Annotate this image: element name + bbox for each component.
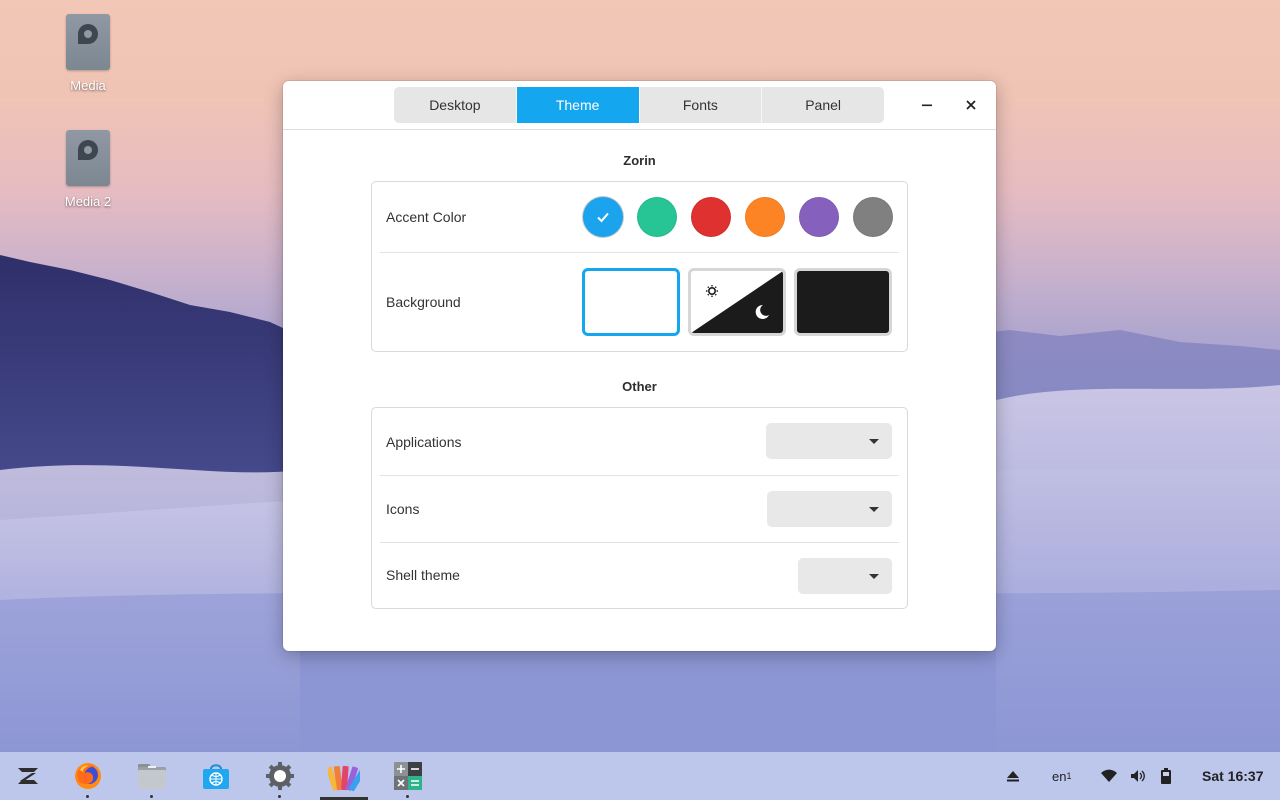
software-store-button[interactable] xyxy=(200,760,232,792)
battery-button[interactable] xyxy=(1160,752,1172,800)
chevron-down-icon xyxy=(869,506,879,512)
appearance-button[interactable] xyxy=(325,760,366,792)
checkmark-icon xyxy=(597,212,609,223)
accent-swatch[interactable] xyxy=(799,197,839,237)
close-icon xyxy=(966,100,976,110)
clock[interactable]: Sat 16:37 xyxy=(1202,752,1263,800)
accent-swatch[interactable] xyxy=(745,197,785,237)
accent-color-label: Accent Color xyxy=(386,209,467,225)
drive-icon xyxy=(66,130,110,186)
chevron-down-icon xyxy=(869,438,879,444)
background-label: Background xyxy=(386,293,461,310)
eject-button[interactable] xyxy=(1006,752,1020,800)
section-title-zorin: Zorin xyxy=(623,153,656,168)
section-title-other: Other xyxy=(622,379,657,394)
tab-panel[interactable]: Panel xyxy=(762,87,884,123)
wifi-icon xyxy=(1101,769,1117,782)
minimize-icon xyxy=(922,104,932,107)
other-card: Applications Icons Shell theme xyxy=(371,407,908,609)
eject-icon xyxy=(1007,771,1019,782)
calculator-button[interactable] xyxy=(392,760,424,798)
header-bar: Desktop Theme Fonts Panel xyxy=(283,81,996,130)
zorin-menu-icon xyxy=(18,768,38,784)
desktop-icon-media-2[interactable]: Media 2 xyxy=(43,130,133,209)
calculator-icon xyxy=(394,762,422,790)
running-indicator xyxy=(406,795,409,798)
accent-swatch[interactable] xyxy=(691,197,731,237)
background-light-option[interactable] xyxy=(582,268,680,336)
settings-button[interactable] xyxy=(264,760,296,798)
running-indicator xyxy=(278,795,281,798)
accent-swatch[interactable] xyxy=(637,197,677,237)
settings-icon xyxy=(266,762,294,790)
taskbar: en 1 Sat 16:37 xyxy=(0,752,1280,800)
keyboard-layout-indicator[interactable]: en 1 xyxy=(1052,752,1071,800)
running-indicator xyxy=(86,795,89,798)
shell-theme-row: Shell theme xyxy=(372,542,907,608)
accent-swatch[interactable] xyxy=(853,197,893,237)
background-dark-option[interactable] xyxy=(794,268,892,336)
files-icon xyxy=(138,764,166,789)
software-store-icon xyxy=(203,764,229,789)
desktop-icon-label: Media 2 xyxy=(64,194,112,209)
drive-icon xyxy=(66,14,110,70)
zorin-menu-button[interactable] xyxy=(12,760,44,792)
shell-theme-label: Shell theme xyxy=(386,567,460,583)
accent-color-swatches xyxy=(583,197,893,237)
applications-dropdown[interactable] xyxy=(766,423,892,459)
tab-desktop[interactable]: Desktop xyxy=(394,87,517,123)
background-auto-option[interactable] xyxy=(688,268,786,336)
firefox-button[interactable] xyxy=(72,760,104,798)
chevron-down-icon xyxy=(869,573,879,579)
icons-label: Icons xyxy=(386,500,420,517)
volume-button[interactable] xyxy=(1130,752,1146,800)
keyboard-layout-label: en xyxy=(1052,768,1067,784)
accent-color-row: Accent Color xyxy=(372,182,907,252)
volume-icon xyxy=(1131,770,1145,782)
battery-icon xyxy=(1161,768,1171,784)
zorin-card: Accent Color Background xyxy=(371,181,908,352)
light-dark-auto-icon xyxy=(691,271,783,333)
tab-fonts[interactable]: Fonts xyxy=(640,87,763,123)
applications-label: Applications xyxy=(386,433,462,450)
background-row: Background xyxy=(372,252,907,351)
shell-theme-dropdown[interactable] xyxy=(798,558,892,594)
desktop-icon-media[interactable]: Media xyxy=(43,14,133,93)
keyboard-layout-sub: 1 xyxy=(1066,771,1072,781)
tab-theme[interactable]: Theme xyxy=(516,87,640,123)
running-indicator xyxy=(150,795,153,798)
desktop-icon-label: Media xyxy=(70,78,106,93)
icons-dropdown[interactable] xyxy=(767,491,892,527)
appearance-icon xyxy=(325,765,366,792)
icons-row: Icons xyxy=(372,475,907,542)
network-button[interactable] xyxy=(1100,752,1118,800)
accent-swatch[interactable] xyxy=(583,197,623,237)
minimize-button[interactable] xyxy=(915,93,939,117)
applications-row: Applications xyxy=(372,408,907,475)
tweaks-window: Desktop Theme Fonts Panel Zorin Accent C… xyxy=(283,81,996,651)
firefox-icon xyxy=(75,763,101,789)
tab-bar: Desktop Theme Fonts Panel xyxy=(394,87,884,123)
close-button[interactable] xyxy=(959,93,983,117)
files-button[interactable] xyxy=(136,760,168,798)
background-options xyxy=(582,268,892,336)
